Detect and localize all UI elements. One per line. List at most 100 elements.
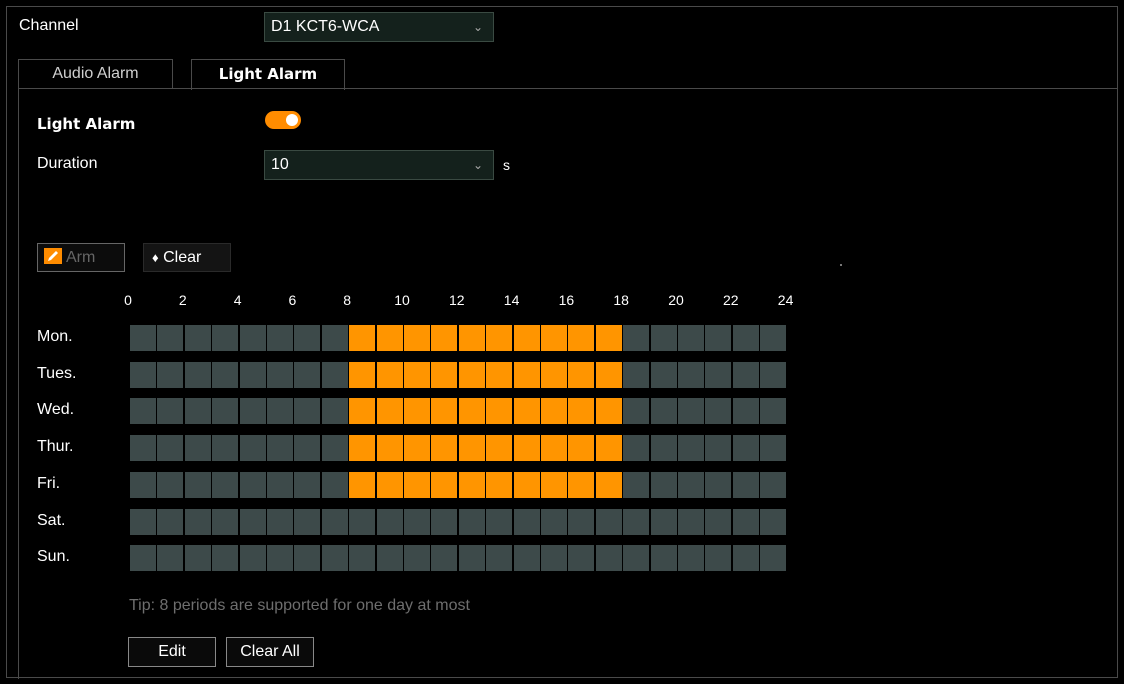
schedule-cell[interactable] <box>130 325 156 351</box>
schedule-cell[interactable] <box>623 398 650 425</box>
schedule-cell[interactable] <box>349 545 376 572</box>
schedule-cell[interactable] <box>458 435 485 462</box>
schedule-cell[interactable] <box>541 435 567 462</box>
schedule-cell[interactable] <box>458 545 485 572</box>
schedule-cell[interactable] <box>650 471 677 498</box>
schedule-cell[interactable] <box>157 325 184 351</box>
schedule-cell[interactable] <box>184 471 211 498</box>
schedule-cell[interactable] <box>732 545 759 572</box>
schedule-cell[interactable] <box>650 545 677 572</box>
tab-light-alarm[interactable]: Light Alarm <box>191 59 345 90</box>
schedule-cell[interactable] <box>541 325 567 351</box>
schedule-cell[interactable] <box>431 545 458 572</box>
schedule-cell[interactable] <box>513 361 540 388</box>
schedule-cell[interactable] <box>130 435 156 462</box>
schedule-cell[interactable] <box>568 471 595 498</box>
schedule-cell[interactable] <box>623 545 650 572</box>
schedule-cell[interactable] <box>349 435 376 462</box>
schedule-cell[interactable] <box>267 435 293 462</box>
schedule-cell[interactable] <box>678 471 704 498</box>
schedule-cell[interactable] <box>458 361 485 388</box>
schedule-cell[interactable] <box>623 471 650 498</box>
schedule-cell[interactable] <box>458 398 485 425</box>
schedule-cell[interactable] <box>321 398 348 425</box>
schedule-cell[interactable] <box>321 325 348 351</box>
schedule-cell[interactable] <box>212 398 239 425</box>
schedule-cell[interactable] <box>239 435 266 462</box>
schedule-cell[interactable] <box>239 508 266 535</box>
schedule-cell[interactable] <box>541 545 567 572</box>
schedule-cell[interactable] <box>650 435 677 462</box>
schedule-cell[interactable] <box>404 325 430 351</box>
schedule-cell[interactable] <box>267 471 293 498</box>
schedule-cell[interactable] <box>349 398 376 425</box>
schedule-cell[interactable] <box>404 361 430 388</box>
schedule-cell[interactable] <box>184 398 211 425</box>
schedule-cell[interactable] <box>568 508 595 535</box>
schedule-cell[interactable] <box>239 325 266 351</box>
arm-button[interactable]: Arm <box>37 243 125 272</box>
schedule-cell[interactable] <box>294 471 321 498</box>
schedule-cell[interactable] <box>294 545 321 572</box>
schedule-cell[interactable] <box>267 325 293 351</box>
schedule-cell[interactable] <box>513 545 540 572</box>
schedule-cell[interactable] <box>431 325 458 351</box>
schedule-cell[interactable] <box>705 508 732 535</box>
schedule-cell[interactable] <box>486 398 513 425</box>
schedule-cell[interactable] <box>705 325 732 351</box>
schedule-cell[interactable] <box>760 361 787 388</box>
schedule-cell[interactable] <box>732 325 759 351</box>
edit-button[interactable]: Edit <box>128 637 216 667</box>
schedule-cell[interactable] <box>321 435 348 462</box>
schedule-cell[interactable] <box>760 545 787 572</box>
schedule-cell[interactable] <box>157 361 184 388</box>
schedule-cell[interactable] <box>486 471 513 498</box>
schedule-cell[interactable] <box>650 508 677 535</box>
schedule-cell[interactable] <box>595 325 622 351</box>
schedule-cell[interactable] <box>184 361 211 388</box>
schedule-cell[interactable] <box>157 545 184 572</box>
schedule-cell[interactable] <box>212 435 239 462</box>
schedule-cell[interactable] <box>404 398 430 425</box>
schedule-cell[interactable] <box>595 361 622 388</box>
schedule-cell[interactable] <box>431 508 458 535</box>
schedule-cell[interactable] <box>376 545 403 572</box>
schedule-cell[interactable] <box>130 508 156 535</box>
schedule-cell[interactable] <box>732 471 759 498</box>
schedule-cell[interactable] <box>157 508 184 535</box>
schedule-cell[interactable] <box>267 545 293 572</box>
schedule-cell[interactable] <box>376 471 403 498</box>
schedule-cell[interactable] <box>623 508 650 535</box>
schedule-cell[interactable] <box>212 471 239 498</box>
schedule-cell[interactable] <box>513 398 540 425</box>
schedule-cell[interactable] <box>321 545 348 572</box>
schedule-cell[interactable] <box>623 435 650 462</box>
schedule-cell[interactable] <box>568 435 595 462</box>
schedule-cell[interactable] <box>458 471 485 498</box>
schedule-cell[interactable] <box>650 325 677 351</box>
schedule-cell[interactable] <box>376 398 403 425</box>
schedule-cell[interactable] <box>513 325 540 351</box>
schedule-cell[interactable] <box>705 435 732 462</box>
schedule-cell[interactable] <box>184 508 211 535</box>
schedule-cell[interactable] <box>157 435 184 462</box>
clear-all-button[interactable]: Clear All <box>226 637 314 667</box>
schedule-cell[interactable] <box>431 398 458 425</box>
schedule-cell[interactable] <box>349 471 376 498</box>
schedule-cell[interactable] <box>458 508 485 535</box>
schedule-cell[interactable] <box>568 361 595 388</box>
schedule-cell[interactable] <box>404 471 430 498</box>
schedule-cell[interactable] <box>130 545 156 572</box>
schedule-cell[interactable] <box>212 508 239 535</box>
schedule-cell[interactable] <box>678 508 704 535</box>
schedule-cell[interactable] <box>404 545 430 572</box>
schedule-cell[interactable] <box>212 325 239 351</box>
schedule-cell[interactable] <box>294 361 321 388</box>
schedule-cell[interactable] <box>376 435 403 462</box>
schedule-cell[interactable] <box>541 398 567 425</box>
schedule-cell[interactable] <box>595 508 622 535</box>
duration-select[interactable]: 10 ⌄ <box>264 150 494 180</box>
schedule-cell[interactable] <box>595 398 622 425</box>
schedule-cell[interactable] <box>595 435 622 462</box>
schedule-cell[interactable] <box>212 361 239 388</box>
